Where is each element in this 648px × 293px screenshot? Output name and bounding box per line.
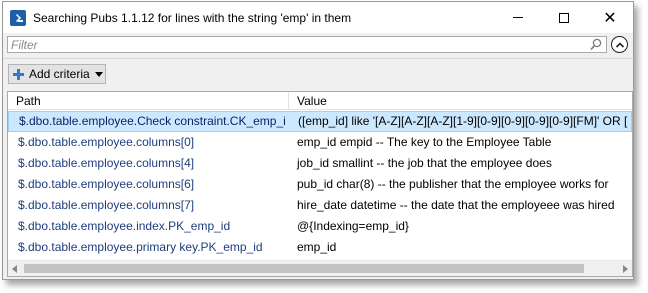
- filter-input[interactable]: [8, 37, 588, 52]
- table-row[interactable]: $.dbo.table.employee.columns[7] hire_dat…: [8, 195, 632, 216]
- table-row[interactable]: $.dbo.table.employee.columns[4] job_id s…: [8, 153, 632, 174]
- table-row[interactable]: $.dbo.table.employee.columns[0] emp_id e…: [8, 132, 632, 153]
- add-criteria-label: Add criteria: [29, 67, 90, 81]
- plus-icon: [13, 68, 24, 80]
- path-cell: $.dbo.table.employee.columns[7]: [18, 198, 195, 212]
- value-cell: emp_id empid -- The key to the Employee …: [297, 135, 552, 149]
- chevron-up-icon: [615, 41, 624, 48]
- powershell-icon: [10, 9, 26, 26]
- app-window: Searching Pubs 1.1.12 for lines with the…: [2, 1, 634, 280]
- value-cell: hire_date datetime -- the date that the …: [297, 198, 615, 212]
- grid-header: Path Value: [8, 92, 632, 110]
- grid-rows: $.dbo.table.employee.Check constraint.CK…: [8, 111, 632, 258]
- close-button[interactable]: ✕: [587, 2, 633, 33]
- title-bar[interactable]: Searching Pubs 1.1.12 for lines with the…: [3, 2, 633, 33]
- table-row[interactable]: $.dbo.table.employee.Check constraint.CK…: [8, 111, 632, 132]
- path-cell: $.dbo.table.employee.columns[6]: [18, 177, 195, 191]
- table-row[interactable]: $.dbo.table.employee.columns[6] pub_id c…: [8, 174, 632, 195]
- maximize-button[interactable]: [541, 2, 587, 33]
- minimize-icon: [513, 17, 523, 18]
- value-cell: ([emp_id] like '[A-Z][A-Z][A-Z][1-9][0-9…: [298, 114, 628, 128]
- value-cell: pub_id char(8) -- the publisher that the…: [297, 177, 609, 191]
- value-cell: job_id smallint -- the job that the empl…: [297, 156, 552, 170]
- close-icon: ✕: [603, 9, 617, 27]
- path-cell: $.dbo.table.employee.primary key.PK_emp_…: [18, 240, 263, 254]
- maximize-icon: [559, 12, 569, 23]
- path-cell: $.dbo.table.employee.columns[4]: [18, 156, 195, 170]
- collapse-button[interactable]: [611, 36, 628, 53]
- scroll-thumb[interactable]: [24, 264, 584, 273]
- column-header-value[interactable]: Value: [289, 92, 632, 109]
- window-title: Searching Pubs 1.1.12 for lines with the…: [33, 10, 352, 25]
- table-row[interactable]: $.dbo.table.employee.primary key.PK_emp_…: [8, 237, 632, 258]
- results-grid: Path Value $.dbo.table.employee.Check co…: [7, 91, 633, 277]
- path-cell: $.dbo.table.employee.Check constraint.CK…: [19, 114, 286, 128]
- path-cell: $.dbo.table.employee.columns[0]: [18, 135, 195, 149]
- value-cell: emp_id: [297, 240, 337, 254]
- filter-box: [7, 36, 607, 53]
- value-cell: @{Indexing=emp_id}: [297, 219, 409, 233]
- dropdown-arrow-icon: [94, 71, 103, 77]
- minimize-button[interactable]: [495, 2, 541, 33]
- column-header-path[interactable]: Path: [8, 92, 289, 109]
- add-criteria-button[interactable]: Add criteria: [8, 64, 106, 84]
- path-cell: $.dbo.table.employee.index.PK_emp_id: [18, 219, 231, 233]
- table-row[interactable]: $.dbo.table.employee.index.PK_emp_id @{I…: [8, 216, 632, 237]
- search-icon[interactable]: [590, 38, 602, 51]
- scroll-right-icon[interactable]: [623, 265, 628, 273]
- horizontal-scrollbar[interactable]: [8, 260, 632, 276]
- scroll-left-icon[interactable]: [12, 265, 17, 273]
- toolbar-divider: [3, 58, 633, 59]
